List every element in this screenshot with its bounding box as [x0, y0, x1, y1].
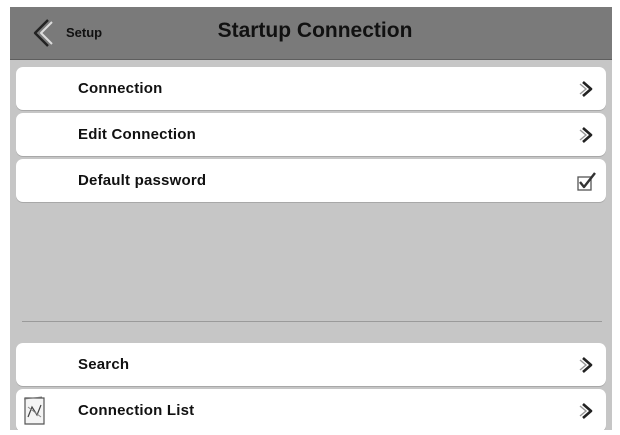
menu-item-search[interactable]: Search	[16, 343, 606, 386]
back-button[interactable]: Setup	[24, 15, 124, 51]
connection-list-icon	[23, 396, 45, 425]
checkmark-icon	[577, 172, 596, 191]
menu-item-edit-connection[interactable]: Edit Connection	[16, 113, 606, 156]
page-title: Startup Connection	[217, 19, 413, 42]
menu-item-default-password[interactable]: Default password	[16, 159, 606, 202]
chevron-right-icon	[579, 357, 593, 373]
menu-item-connection[interactable]: Connection	[16, 67, 606, 110]
menu-item-label: Edit Connection	[78, 126, 196, 143]
header-bar: Setup Startup Connection	[10, 7, 612, 60]
menu-item-label: Search	[78, 356, 130, 373]
back-label: Setup	[66, 25, 103, 40]
menu-item-label: Connection List	[78, 402, 195, 419]
menu-item-connection-list[interactable]: Connection List	[16, 389, 606, 430]
menu-item-label: Connection	[78, 80, 163, 97]
chevron-right-icon	[579, 403, 593, 419]
menu-item-label: Default password	[78, 172, 207, 189]
back-chevron-icon	[33, 19, 53, 47]
screen: Setup Startup Connection Connection Edit…	[10, 7, 612, 430]
chevron-right-icon	[579, 127, 593, 143]
chevron-right-icon	[579, 81, 593, 97]
section-divider	[22, 321, 602, 322]
